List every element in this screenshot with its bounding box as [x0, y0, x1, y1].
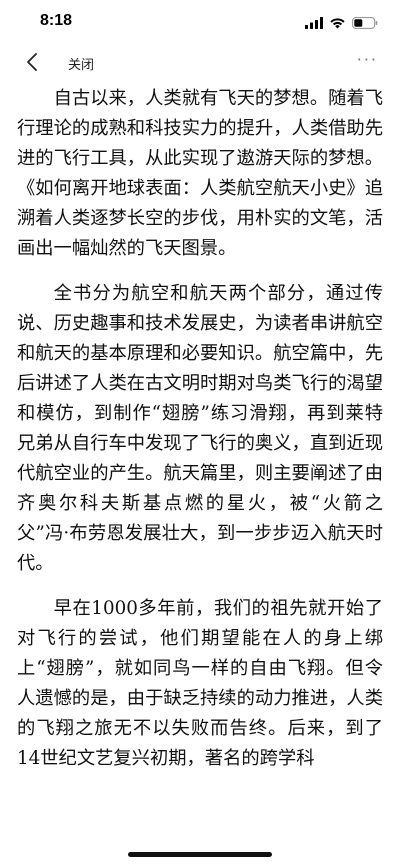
status-bar: 8:18 [0, 0, 400, 44]
nav-bar: 关闭 ··· [0, 44, 400, 84]
back-button[interactable] [18, 50, 46, 78]
article-paragraph: 自古以来，人类就有飞天的梦想。随着飞行理论的成熟和科技实力的提升，人类借助先进的… [17, 88, 383, 259]
article-content: 自古以来，人类就有飞天的梦想。随着飞行理论的成熟和科技实力的提升，人类借助先进的… [17, 84, 383, 830]
close-button[interactable]: 关闭 [68, 54, 94, 73]
status-time: 8:18 [40, 12, 73, 29]
battery-icon [352, 14, 378, 33]
article-paragraph: 早在1000多年前，我们的祖先就开始了对飞行的尝试，他们期望能在人的身上绑上“翅… [17, 598, 383, 769]
chevron-left-icon [26, 52, 38, 76]
more-options-button[interactable]: ··· [357, 50, 378, 69]
status-icons [305, 14, 378, 33]
wifi-icon [329, 14, 346, 33]
article-paragraph: 全书分为航空和航天两个部分，通过传说、历史趣事和技术发展史，为读者串讲航空和航天… [17, 283, 383, 574]
home-indicator[interactable] [128, 852, 272, 857]
cellular-signal-icon [305, 14, 323, 33]
